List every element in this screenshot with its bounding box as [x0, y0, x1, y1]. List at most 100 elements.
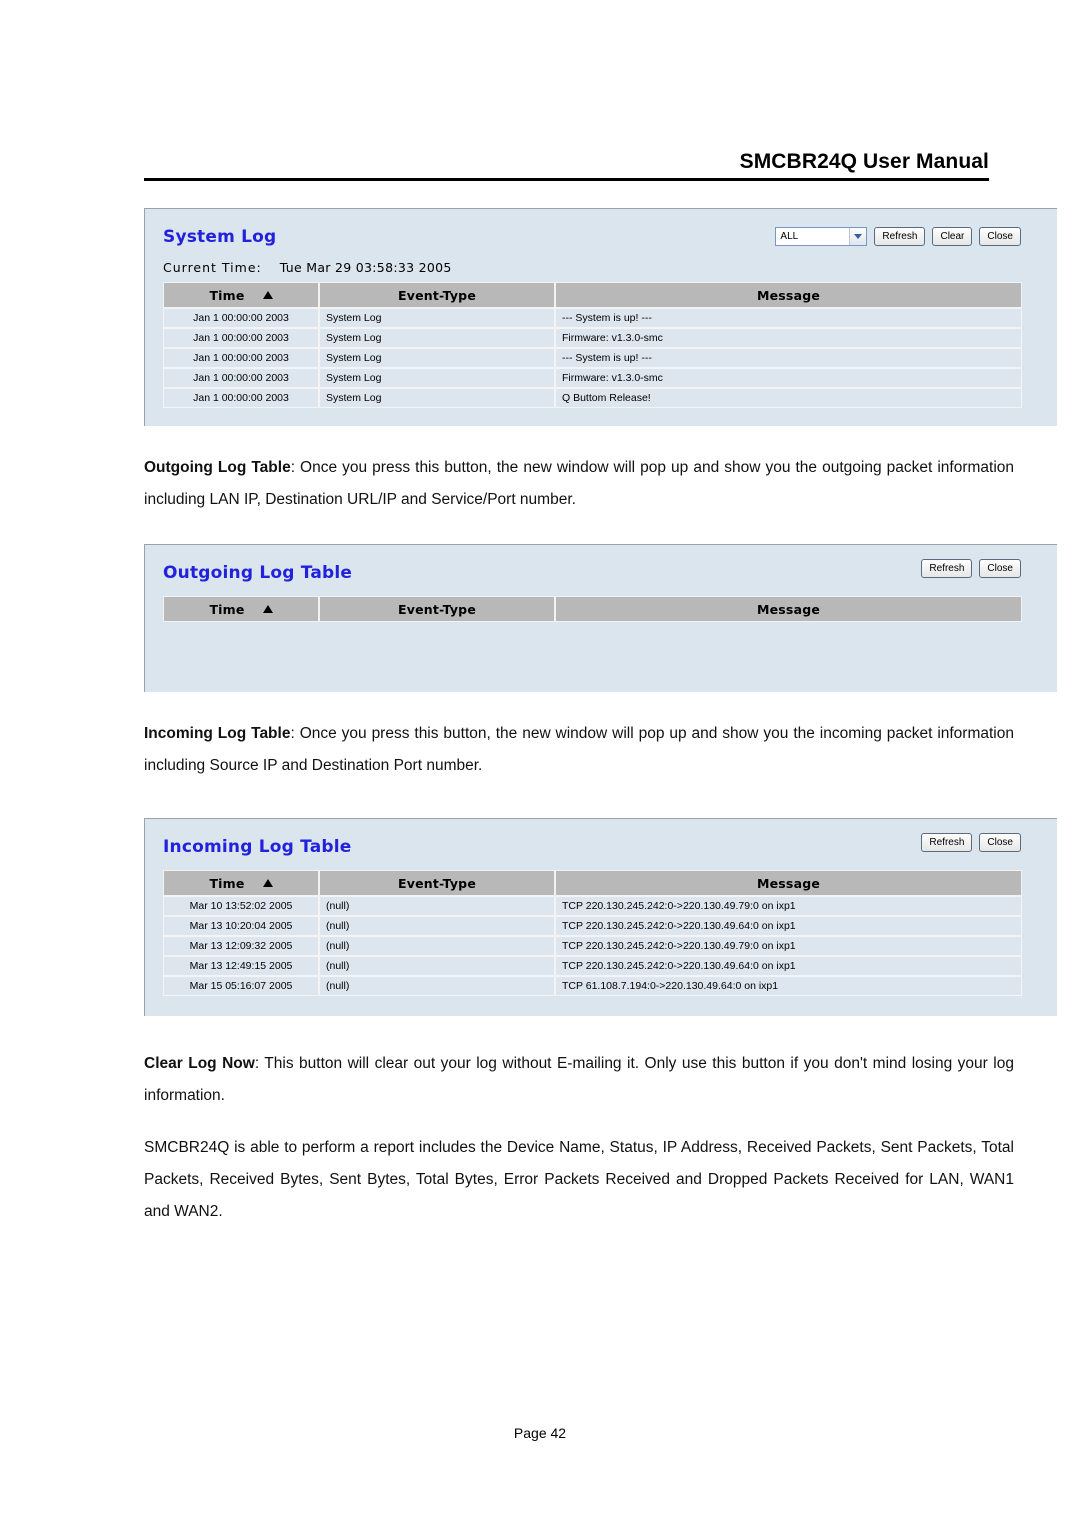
cell-message: TCP 220.130.245.242:0->220.130.49.79:0 o… [555, 936, 1022, 956]
cell-message: Firmware: v1.3.0-smc [555, 368, 1022, 388]
sort-ascending-icon [262, 291, 273, 299]
cell-time: Jan 1 00:00:00 2003 [163, 308, 319, 328]
table-row: Jan 1 00:00:00 2003 System Log --- System … [163, 348, 1022, 368]
sort-ascending-icon [262, 879, 273, 887]
table-row: Jan 1 00:00:00 2003 System Log Firmware: v… [163, 328, 1022, 348]
incoming-log-refresh-button[interactable]: Refresh [921, 833, 973, 852]
system-log-table-body: Jan 1 00:00:00 2003 System Log --- System … [163, 308, 1022, 408]
table-row: Jan 1 00:00:00 2003 System Log Q Buttom Re… [163, 388, 1022, 408]
incoming-log-close-button[interactable]: Close [979, 833, 1021, 852]
paragraph-incoming-log-table: Incoming Log Table: Once you press this … [144, 718, 1014, 782]
incoming-log-table-body: Mar 10 13:52:02 2005 (null) TCP 220.130.24… [163, 896, 1022, 996]
page-footer: Page 42 [513, 1425, 567, 1441]
paragraph-clear-log-now-text: : This button will clear out your log wi… [144, 1055, 1014, 1104]
incoming-log-title: Incoming Log Table [163, 837, 352, 857]
page-header: SMCBR24Q User Manual [144, 150, 989, 181]
incoming-log-topbar: Incoming Log Table Refresh Close [163, 833, 1057, 863]
cell-event-type: (null) [319, 916, 555, 936]
incoming-log-toolbar: Refresh Close [921, 833, 1021, 852]
cell-event-type: System Log [319, 308, 555, 328]
outgoing-log-close-button[interactable]: Close [979, 559, 1021, 578]
cell-time: Mar 13 12:09:32 2005 [163, 936, 319, 956]
cell-time: Jan 1 00:00:00 2003 [163, 368, 319, 388]
incoming-log-screenshot: Incoming Log Table Refresh Close Time Ev… [144, 818, 1057, 1016]
table-row: Jan 1 00:00:00 2003 System Log --- System … [163, 308, 1022, 328]
table-row: Mar 13 12:49:15 2005 (null) TCP 220.130.24… [163, 956, 1022, 976]
column-header-time-label: Time [209, 287, 245, 303]
cell-event-type: (null) [319, 896, 555, 916]
current-time-value: Tue Mar 29 03:58:33 2005 [279, 260, 452, 275]
cell-event-type: System Log [319, 328, 555, 348]
cell-message: TCP 220.130.245.242:0->220.130.49.64:0 o… [555, 916, 1022, 936]
cell-message: TCP 220.130.245.242:0->220.130.49.79:0 o… [555, 896, 1022, 916]
sort-ascending-icon [262, 605, 273, 613]
table-row: Jan 1 00:00:00 2003 System Log Firmware: v… [163, 368, 1022, 388]
outgoing-log-title: Outgoing Log Table [163, 563, 353, 583]
chevron-down-icon[interactable] [849, 228, 867, 245]
paragraph-outgoing-log-table: Outgoing Log Table: Once you press this … [144, 452, 1014, 516]
term-clear-log-now: Clear Log Now [144, 1055, 255, 1072]
log-filter-select[interactable]: ALL [775, 227, 868, 246]
cell-time: Mar 13 12:49:15 2005 [163, 956, 319, 976]
table-row: Mar 15 05:16:07 2005 (null) TCP 61.108.7.1… [163, 976, 1022, 996]
column-header-time[interactable]: Time [163, 870, 319, 896]
column-header-message[interactable]: Message [555, 596, 1022, 622]
cell-time: Mar 15 05:16:07 2005 [163, 976, 319, 996]
table-row: Mar 13 12:09:32 2005 (null) TCP 220.130.24… [163, 936, 1022, 956]
outgoing-log-refresh-button[interactable]: Refresh [921, 559, 973, 578]
column-header-message[interactable]: Message [555, 870, 1022, 896]
system-log-table: Time Event-Type Message Jan 1 00:00:00 2… [163, 282, 1022, 408]
cell-time: Mar 10 13:52:02 2005 [163, 896, 319, 916]
outgoing-log-topbar: Outgoing Log Table Refresh Close [163, 559, 1057, 589]
system-log-clear-button[interactable]: Clear [932, 227, 973, 246]
table-header-row: Time Event-Type Message [163, 870, 1022, 896]
term-incoming-log-table: Incoming Log Table [144, 725, 291, 742]
manual-title: SMCBR24Q User Manual [739, 150, 989, 173]
outgoing-log-toolbar: Refresh Close [921, 559, 1021, 578]
header-rule [144, 178, 989, 181]
paragraph-clear-log-now: Clear Log Now: This button will clear ou… [144, 1048, 1014, 1112]
system-log-title: System Log [163, 227, 277, 247]
paragraph-report: SMCBR24Q is able to perform a report inc… [144, 1139, 1014, 1220]
column-header-time[interactable]: Time [163, 282, 319, 308]
cell-time: Jan 1 00:00:00 2003 [163, 348, 319, 368]
cell-event-type: (null) [319, 956, 555, 976]
term-outgoing-log-table: Outgoing Log Table [144, 459, 291, 476]
cell-message: Firmware: v1.3.0-smc [555, 328, 1022, 348]
cell-event-type: System Log [319, 388, 555, 408]
incoming-log-table: Time Event-Type Message Mar 10 13:52:02 … [163, 870, 1022, 996]
system-log-toolbar: ALL Refresh Clear Close [775, 227, 1021, 246]
current-time-row: Current Time: Tue Mar 29 03:58:33 2005 [163, 260, 1057, 275]
cell-time: Jan 1 00:00:00 2003 [163, 328, 319, 348]
column-header-event-type[interactable]: Event-Type [319, 870, 555, 896]
cell-message: --- System is up! --- [555, 308, 1022, 328]
current-time-label: Current Time: [163, 260, 262, 275]
table-row: Mar 10 13:52:02 2005 (null) TCP 220.130.24… [163, 896, 1022, 916]
outgoing-log-table: Time Event-Type Message [163, 596, 1022, 622]
cell-message: TCP 61.108.7.194:0->220.130.49.64:0 on i… [555, 976, 1022, 996]
column-header-event-type[interactable]: Event-Type [319, 282, 555, 308]
cell-time: Jan 1 00:00:00 2003 [163, 388, 319, 408]
cell-event-type: System Log [319, 368, 555, 388]
cell-message: TCP 220.130.245.242:0->220.130.49.64:0 o… [555, 956, 1022, 976]
outgoing-log-screenshot: Outgoing Log Table Refresh Close Time Ev… [144, 544, 1057, 692]
table-header-row: Time Event-Type Message [163, 282, 1022, 308]
table-row: Mar 13 10:20:04 2005 (null) TCP 220.130.24… [163, 916, 1022, 936]
cell-event-type: System Log [319, 348, 555, 368]
cell-event-type: (null) [319, 976, 555, 996]
column-header-time-label: Time [209, 601, 245, 617]
column-header-event-type[interactable]: Event-Type [319, 596, 555, 622]
table-header-row: Time Event-Type Message [163, 596, 1022, 622]
system-log-topbar: System Log ALL Refresh Clear Close [163, 227, 1057, 253]
cell-event-type: (null) [319, 936, 555, 956]
column-header-message[interactable]: Message [555, 282, 1022, 308]
cell-message: --- System is up! --- [555, 348, 1022, 368]
cell-time: Mar 13 10:20:04 2005 [163, 916, 319, 936]
column-header-time-label: Time [209, 875, 245, 891]
system-log-refresh-button[interactable]: Refresh [874, 227, 926, 246]
system-log-screenshot: System Log ALL Refresh Clear Close Curre… [144, 208, 1057, 426]
cell-message: Q Buttom Release! [555, 388, 1022, 408]
column-header-time[interactable]: Time [163, 596, 319, 622]
log-filter-value: ALL [780, 231, 799, 242]
system-log-close-button[interactable]: Close [979, 227, 1021, 246]
